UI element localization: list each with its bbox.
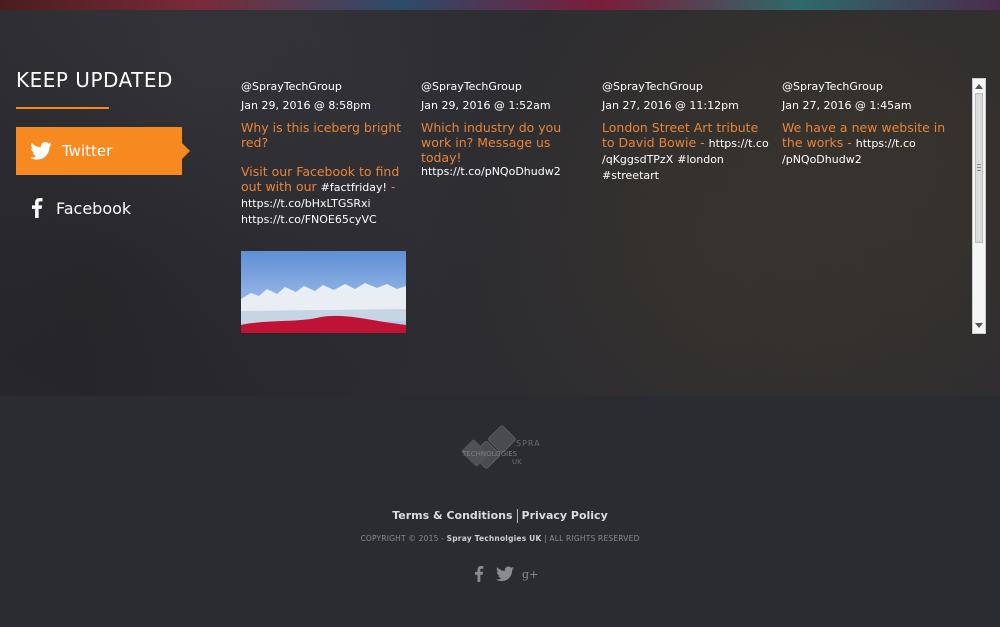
- top-image-strip: [0, 0, 1000, 10]
- facebook-tab-label: Facebook: [56, 198, 132, 218]
- tweet-handle[interactable]: @SprayTechGroup: [782, 80, 952, 93]
- spray-technologies-logo[interactable]: SPRAY TECHNOLOGIES UK: [460, 420, 540, 484]
- tweet-image[interactable]: [241, 251, 406, 333]
- logo-text-uk: UK: [512, 458, 522, 466]
- link-separator: [516, 509, 518, 523]
- tweet-date: Jan 29, 2016 @ 1:52am: [421, 99, 551, 112]
- twitter-tab-label: Twitter: [62, 142, 113, 160]
- copyright-company: Spray Technolgies UK: [446, 534, 542, 543]
- tweet-handle[interactable]: @SprayTechGroup: [241, 80, 411, 93]
- twitter-tab[interactable]: Twitter: [16, 127, 190, 175]
- tweet-card: @SprayTechGroup Jan 29, 2016 @ 1:52am Wh…: [421, 80, 591, 178]
- tweet-card: @SprayTechGroup Jan 27, 2016 @ 11:12pm L…: [602, 80, 772, 183]
- copyright-text: COPYRIGHT © 2015 - Spray Technolgies UK …: [0, 534, 1000, 543]
- tweet-feed: @SprayTechGroup Jan 29, 2016 @ 8:58pm Wh…: [241, 80, 971, 333]
- tweet-date: Jan 29, 2016 @ 8:58pm: [241, 99, 371, 112]
- privacy-link[interactable]: Privacy Policy: [522, 509, 608, 522]
- scroll-up-arrow-icon[interactable]: [975, 84, 983, 89]
- keep-updated-title: KEEP UPDATED: [16, 68, 173, 92]
- facebook-f-icon: [32, 198, 43, 218]
- svg-text:g+: g+: [522, 568, 538, 581]
- tweet-card: @SprayTechGroup Jan 29, 2016 @ 8:58pm Wh…: [241, 80, 411, 333]
- tweet-feed-scrollbar[interactable]: [972, 78, 986, 334]
- logo-text-spray: SPRAY: [516, 439, 540, 448]
- tweet-text: Why is this iceberg bright red?: [241, 120, 402, 150]
- tweet-date: Jan 27, 2016 @ 1:45am: [782, 99, 912, 112]
- copyright-prefix: COPYRIGHT © 2015 -: [360, 534, 447, 543]
- footer-social-icons: g+: [470, 565, 540, 583]
- tweet-text-continued: Visit our Facebook to find out with our …: [241, 164, 411, 227]
- tweet-text-block: London Street Art tribute to David Bowie…: [602, 120, 772, 183]
- tweet-card: @SprayTechGroup Jan 27, 2016 @ 1:45am We…: [782, 80, 952, 167]
- tweet-link[interactable]: https://t.co/bHxLTGSRxi: [241, 197, 371, 210]
- twitter-bird-icon: [30, 142, 52, 160]
- tweet-handle[interactable]: @SprayTechGroup: [602, 80, 772, 93]
- terms-link[interactable]: Terms & Conditions: [392, 509, 512, 522]
- tweet-text: Which industry do you work in? Message u…: [421, 120, 562, 165]
- grip-line: [977, 164, 981, 165]
- google-plus-icon[interactable]: g+: [522, 566, 540, 582]
- facebook-tab[interactable]: Facebook: [16, 186, 182, 230]
- title-underline: [16, 107, 109, 109]
- scroll-thumb[interactable]: [975, 93, 983, 243]
- tweet-date: Jan 27, 2016 @ 11:12pm: [602, 99, 739, 112]
- tweet-text-block: We have a new website in the works - htt…: [782, 120, 952, 167]
- hashtag-link[interactable]: #factfriday!: [321, 181, 387, 194]
- tweet-text-sep: -: [386, 179, 396, 194]
- tweet-link[interactable]: https://t.co/pNQoDhudw2: [421, 165, 591, 178]
- facebook-icon[interactable]: [470, 566, 488, 582]
- footer-links: Terms & Conditions Privacy Policy: [0, 509, 1000, 523]
- scroll-down-arrow-icon[interactable]: [975, 323, 983, 328]
- tweet-handle[interactable]: @SprayTechGroup: [421, 80, 591, 93]
- grip-line: [977, 170, 981, 171]
- grip-line: [977, 167, 981, 168]
- copyright-suffix: | ALL RIGHTS RESERVED: [541, 534, 640, 543]
- logo-text-technologies: TECHNOLOGIES: [461, 450, 518, 458]
- tweet-link[interactable]: https://t.co/FNOE65cyVC: [241, 213, 377, 226]
- twitter-icon[interactable]: [496, 566, 514, 582]
